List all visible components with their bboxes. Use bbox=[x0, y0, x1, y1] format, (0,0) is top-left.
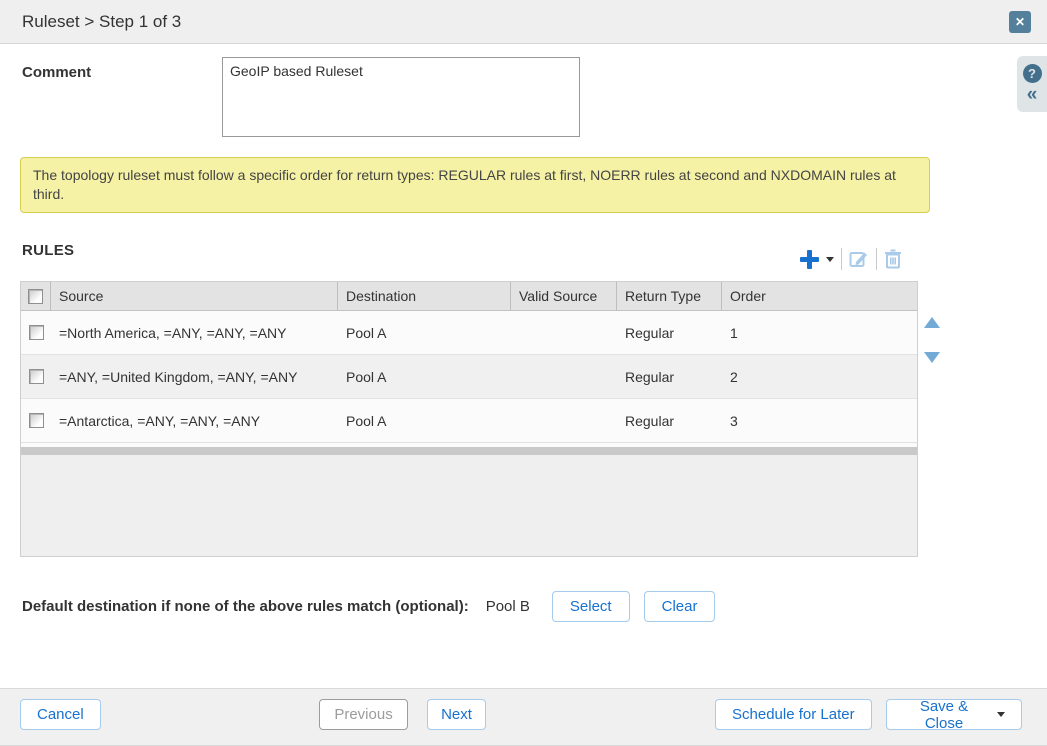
cell-destination: Pool A bbox=[338, 325, 511, 341]
close-icon[interactable]: ✕ bbox=[1009, 11, 1031, 33]
move-row-up-icon[interactable] bbox=[924, 317, 940, 328]
delete-rule-icon[interactable] bbox=[884, 249, 902, 269]
default-destination-value: Pool B bbox=[486, 598, 530, 615]
help-panel-tab: ? « bbox=[1017, 56, 1047, 112]
cell-return-type: Regular bbox=[617, 325, 722, 341]
help-icon[interactable]: ? bbox=[1023, 64, 1042, 83]
rules-heading: RULES bbox=[22, 242, 74, 259]
dialog-titlebar: Ruleset > Step 1 of 3 ✕ bbox=[0, 0, 1047, 44]
cell-source: =ANY, =United Kingdom, =ANY, =ANY bbox=[51, 369, 338, 385]
toolbar-divider bbox=[876, 248, 877, 270]
horizontal-scrollbar[interactable] bbox=[21, 447, 917, 455]
default-destination-label: Default destination if none of the above… bbox=[22, 598, 469, 615]
table-row[interactable]: =North America, =ANY, =ANY, =ANY Pool A … bbox=[21, 311, 917, 355]
save-and-close-button[interactable]: Save & Close bbox=[886, 699, 1022, 730]
cell-destination: Pool A bbox=[338, 413, 511, 429]
cell-return-type: Regular bbox=[617, 413, 722, 429]
add-rule-menu-caret-icon[interactable] bbox=[826, 257, 834, 262]
comment-label: Comment bbox=[22, 64, 91, 81]
cell-source: =North America, =ANY, =ANY, =ANY bbox=[51, 325, 338, 341]
row-checkbox-cell bbox=[21, 413, 51, 428]
move-row-down-icon[interactable] bbox=[924, 352, 940, 363]
table-row[interactable]: =Antarctica, =ANY, =ANY, =ANY Pool A Reg… bbox=[21, 399, 917, 443]
select-all-checkbox[interactable] bbox=[28, 289, 43, 304]
comment-input[interactable]: GeoIP based Ruleset bbox=[222, 57, 580, 137]
save-options-caret-icon[interactable] bbox=[997, 712, 1005, 717]
ruleset-wizard-dialog: Ruleset > Step 1 of 3 ✕ ? « Comment GeoI… bbox=[0, 0, 1047, 745]
wizard-footer: Cancel Previous Next Schedule for Later … bbox=[0, 688, 1047, 745]
collapse-panel-icon[interactable]: « bbox=[1027, 85, 1038, 104]
column-header-valid-source: Valid Source bbox=[511, 282, 617, 310]
cell-return-type: Regular bbox=[617, 369, 722, 385]
row-checkbox-cell bbox=[21, 325, 51, 340]
cell-order: 1 bbox=[722, 325, 917, 341]
cancel-button[interactable]: Cancel bbox=[20, 699, 101, 730]
column-header-return-type: Return Type bbox=[617, 282, 722, 310]
select-all-cell bbox=[21, 282, 51, 310]
toolbar-divider bbox=[841, 248, 842, 270]
clear-button[interactable]: Clear bbox=[644, 591, 716, 622]
next-button[interactable]: Next bbox=[427, 699, 486, 730]
dialog-title: Ruleset > Step 1 of 3 bbox=[22, 12, 1009, 32]
add-rule-icon[interactable] bbox=[800, 250, 819, 269]
cell-order: 2 bbox=[722, 369, 917, 385]
save-and-close-label: Save & Close bbox=[903, 698, 985, 732]
row-checkbox[interactable] bbox=[29, 369, 44, 384]
topology-order-warning: The topology ruleset must follow a speci… bbox=[20, 157, 930, 213]
cell-source: =Antarctica, =ANY, =ANY, =ANY bbox=[51, 413, 338, 429]
row-checkbox[interactable] bbox=[29, 413, 44, 428]
select-button[interactable]: Select bbox=[552, 591, 630, 622]
schedule-for-later-button[interactable]: Schedule for Later bbox=[715, 699, 872, 730]
column-header-order: Order bbox=[722, 282, 917, 310]
column-header-source: Source bbox=[51, 282, 338, 310]
row-checkbox[interactable] bbox=[29, 325, 44, 340]
column-header-destination: Destination bbox=[338, 282, 511, 310]
table-row[interactable]: =ANY, =United Kingdom, =ANY, =ANY Pool A… bbox=[21, 355, 917, 399]
rules-table-header: Source Destination Valid Source Return T… bbox=[21, 282, 917, 311]
rules-toolbar bbox=[800, 246, 918, 272]
cell-destination: Pool A bbox=[338, 369, 511, 385]
rules-table: Source Destination Valid Source Return T… bbox=[20, 281, 918, 557]
default-destination-row: Default destination if none of the above… bbox=[22, 591, 715, 622]
row-checkbox-cell bbox=[21, 369, 51, 384]
table-empty-area bbox=[21, 455, 917, 529]
cell-order: 3 bbox=[722, 413, 917, 429]
previous-button[interactable]: Previous bbox=[319, 699, 408, 730]
edit-rule-icon[interactable] bbox=[849, 249, 869, 269]
